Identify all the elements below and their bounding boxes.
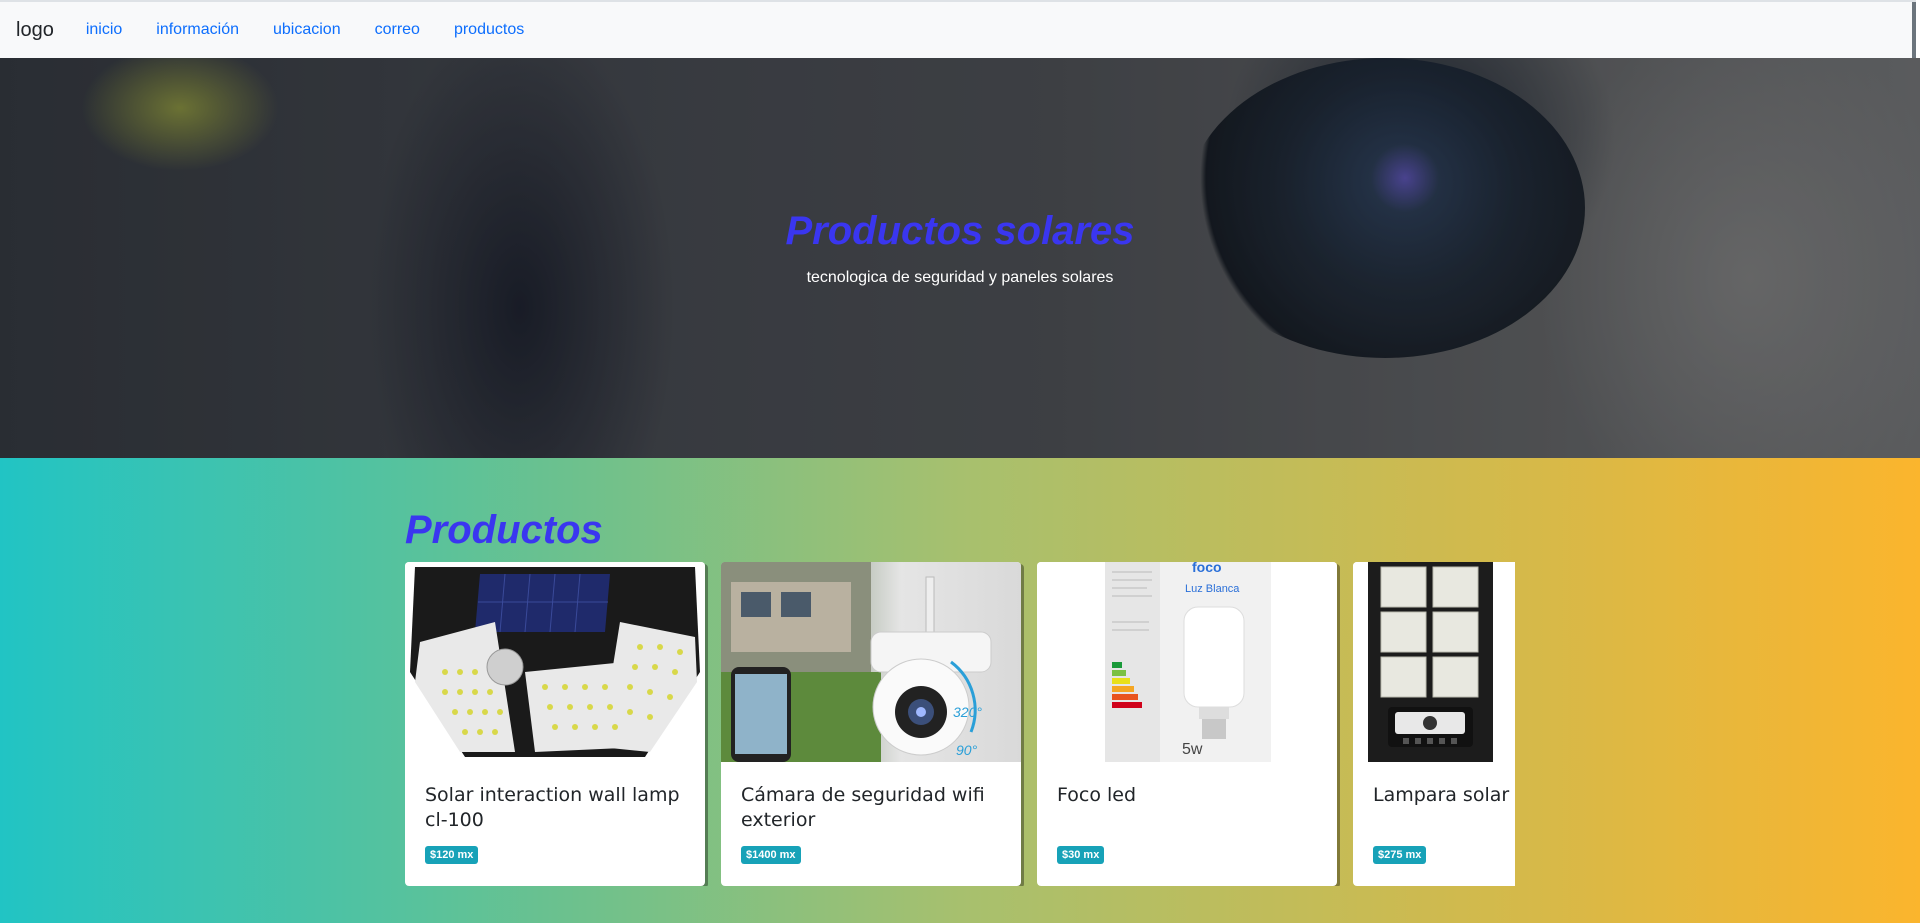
nav-link-correo[interactable]: correo (375, 21, 420, 39)
nav-link-productos[interactable]: productos (454, 21, 524, 39)
hero-overlay (0, 58, 1920, 458)
price-badge: $120 mx (425, 846, 479, 864)
price-badge: $275 mx (1373, 846, 1427, 864)
product-image-led-bulb: foco Luz Blanca 5w (1037, 562, 1337, 762)
product-name: Foco led (1057, 784, 1137, 806)
products-heading: Productos (405, 508, 603, 552)
product-card-wall-lamp[interactable]: Solar interaction wall lamp cl-100 $120 … (405, 562, 705, 886)
product-image-wall-lamp (405, 562, 705, 762)
bulb-brand-text: foco (1192, 562, 1222, 575)
hero-title: Productos solares (785, 209, 1135, 253)
product-name: Solar interaction wall lamp cl-100 (425, 784, 680, 831)
hero-subtitle: tecnologica de seguridad y paneles solar… (806, 269, 1114, 286)
camera-angle-horizontal: 320° (953, 704, 982, 720)
product-card-solar-lamp[interactable]: Lampara solar $275 mx (1353, 562, 1515, 886)
products-section: Productos Solar interaction wall lamp cl… (0, 458, 1920, 923)
brand-logo[interactable]: logo (16, 19, 54, 42)
nav-link-informacion[interactable]: información (156, 21, 239, 39)
product-card-led-bulb[interactable]: foco Luz Blanca 5w Foco led $30 mx (1037, 562, 1337, 886)
price-badge: $1400 mx (741, 846, 801, 864)
product-image-solar-lamp (1353, 562, 1515, 762)
bulb-wattage-text: 5w (1182, 741, 1203, 758)
nav-link-inicio[interactable]: inicio (86, 21, 122, 39)
top-navbar: logo inicio información ubicacion correo… (0, 0, 1916, 60)
product-card-wifi-camera[interactable]: 320° 90° Cámara de seguridad wifi exteri… (721, 562, 1021, 886)
camera-angle-vertical: 90° (956, 742, 978, 758)
scrollbar[interactable] (1912, 2, 1916, 60)
hero-banner: Productos solares tecnologica de segurid… (0, 58, 1920, 458)
bulb-color-text: Luz Blanca (1185, 583, 1240, 595)
price-badge: $30 mx (1057, 846, 1105, 864)
product-name: Cámara de seguridad wifi exterior (741, 784, 985, 831)
product-name: Lampara solar (1373, 784, 1510, 806)
products-carousel: Solar interaction wall lamp cl-100 $120 … (405, 562, 1515, 886)
product-image-wifi-camera: 320° 90° (721, 562, 1021, 762)
nav-link-ubicacion[interactable]: ubicacion (273, 21, 341, 39)
